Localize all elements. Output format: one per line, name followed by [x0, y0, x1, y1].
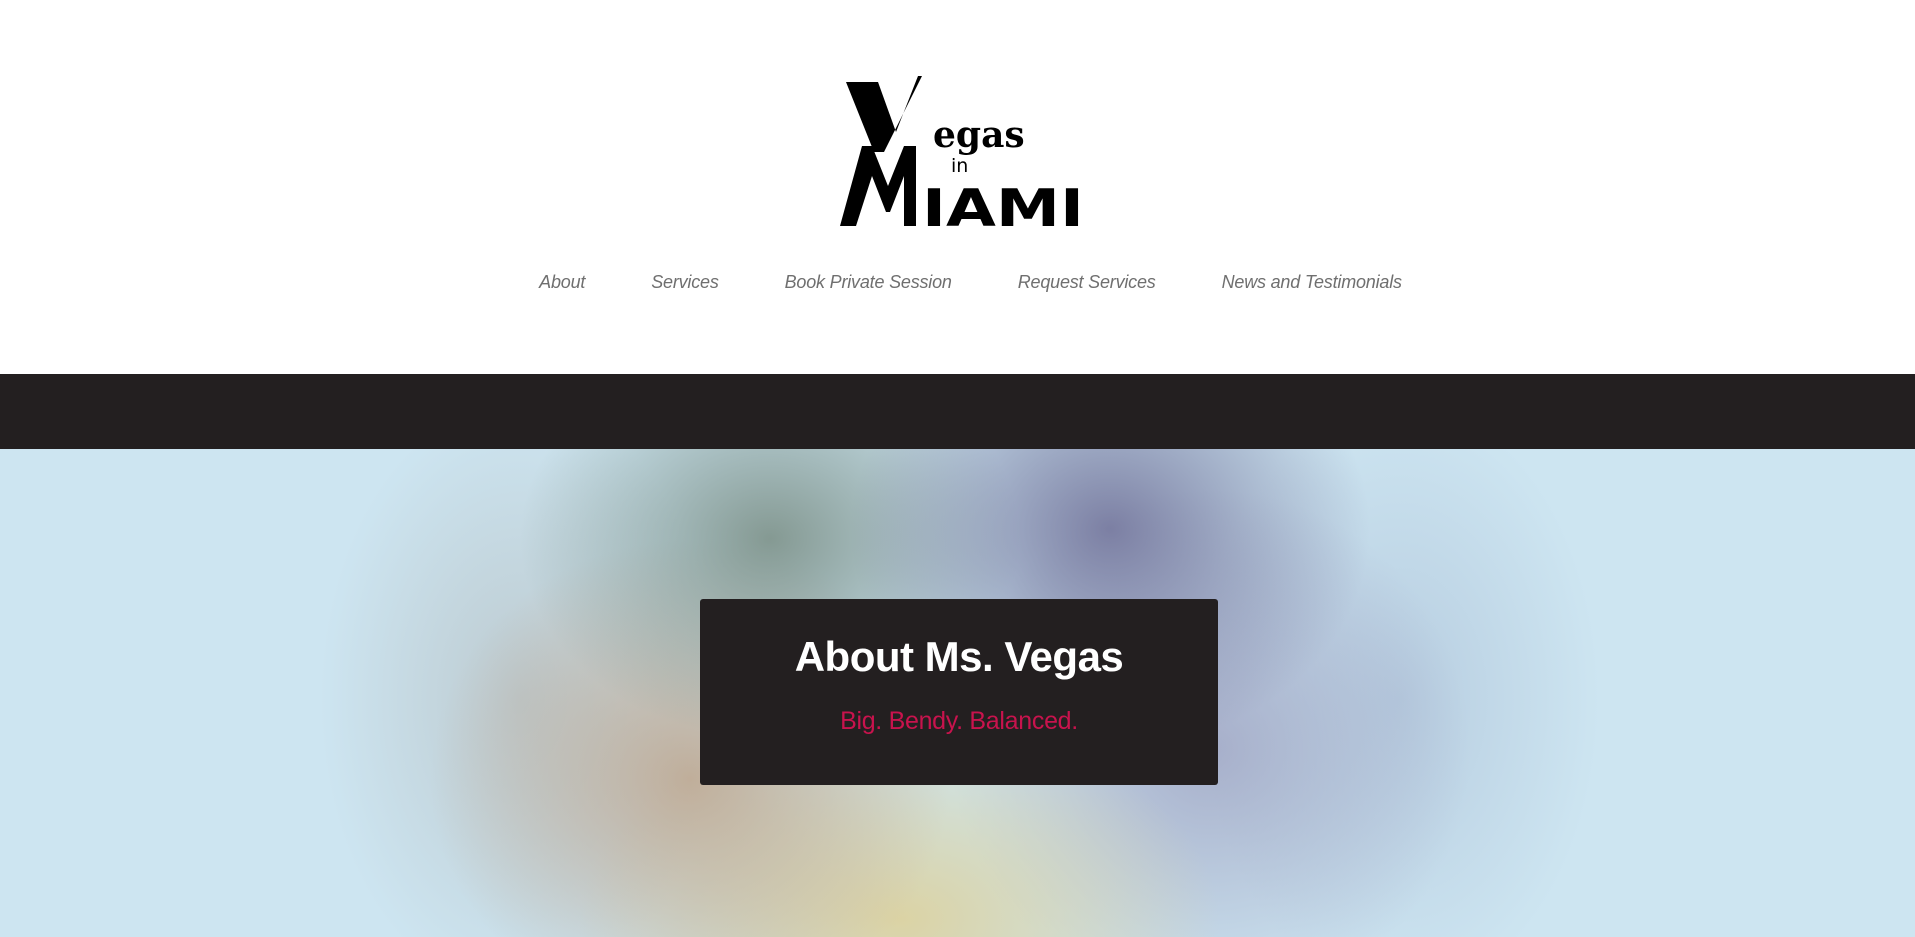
- logo-graphic: egas in IAMI: [840, 76, 1084, 228]
- page-subtitle: Big. Bendy. Balanced.: [840, 707, 1078, 735]
- logo-iami-text: IAMI: [922, 179, 1084, 228]
- logo-in-text: in: [951, 155, 968, 177]
- logo-egas-text: egas: [933, 114, 1025, 156]
- nav-request-services[interactable]: Request Services: [1018, 272, 1156, 293]
- hero-title-card: About Ms. Vegas Big. Bendy. Balanced.: [700, 599, 1218, 785]
- site-header: egas in IAMI About Services Book Private…: [0, 0, 1915, 374]
- main-nav: About Services Book Private Session Requ…: [13, 266, 1915, 298]
- nav-news-and-testimonials[interactable]: News and Testimonials: [1222, 272, 1402, 293]
- hero-section: About Ms. Vegas Big. Bendy. Balanced.: [0, 449, 1915, 937]
- dark-band: [0, 374, 1915, 449]
- site-logo[interactable]: egas in IAMI: [836, 76, 1086, 228]
- nav-services[interactable]: Services: [651, 272, 719, 293]
- nav-book-private-session[interactable]: Book Private Session: [785, 272, 952, 293]
- page: egas in IAMI About Services Book Private…: [0, 0, 1915, 937]
- page-title: About Ms. Vegas: [794, 633, 1124, 680]
- nav-about[interactable]: About: [539, 272, 585, 293]
